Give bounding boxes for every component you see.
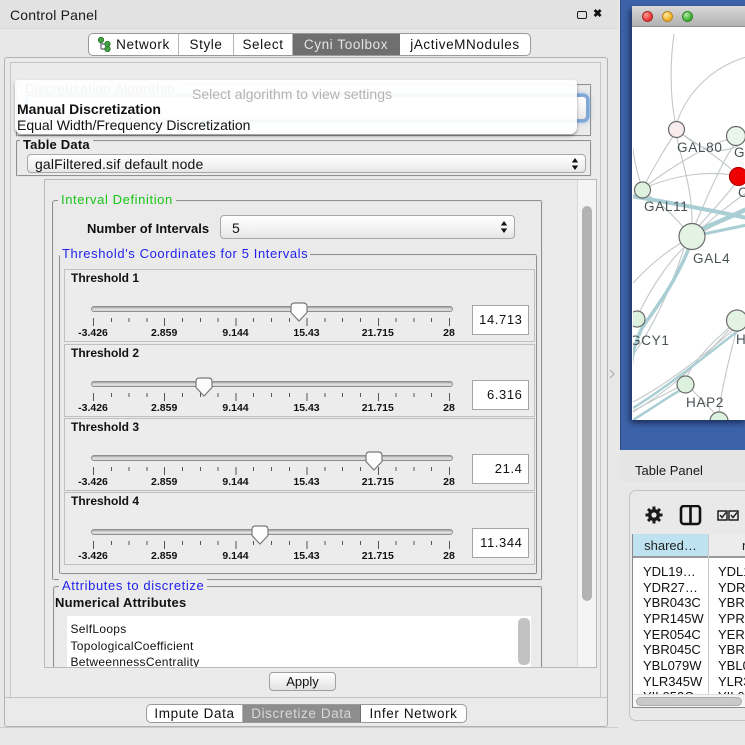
svg-text:GCY1: GCY1	[633, 333, 670, 348]
svg-text:HIS: HIS	[736, 332, 745, 347]
svg-text:HAP2: HAP2	[686, 395, 724, 410]
svg-text:GAL4: GAL4	[693, 251, 730, 266]
svg-text:GAL80: GAL80	[677, 140, 723, 155]
svg-text:GAL: GAL	[734, 145, 745, 160]
svg-text:C: C	[738, 185, 745, 200]
svg-text:GAL11: GAL11	[644, 199, 689, 214]
